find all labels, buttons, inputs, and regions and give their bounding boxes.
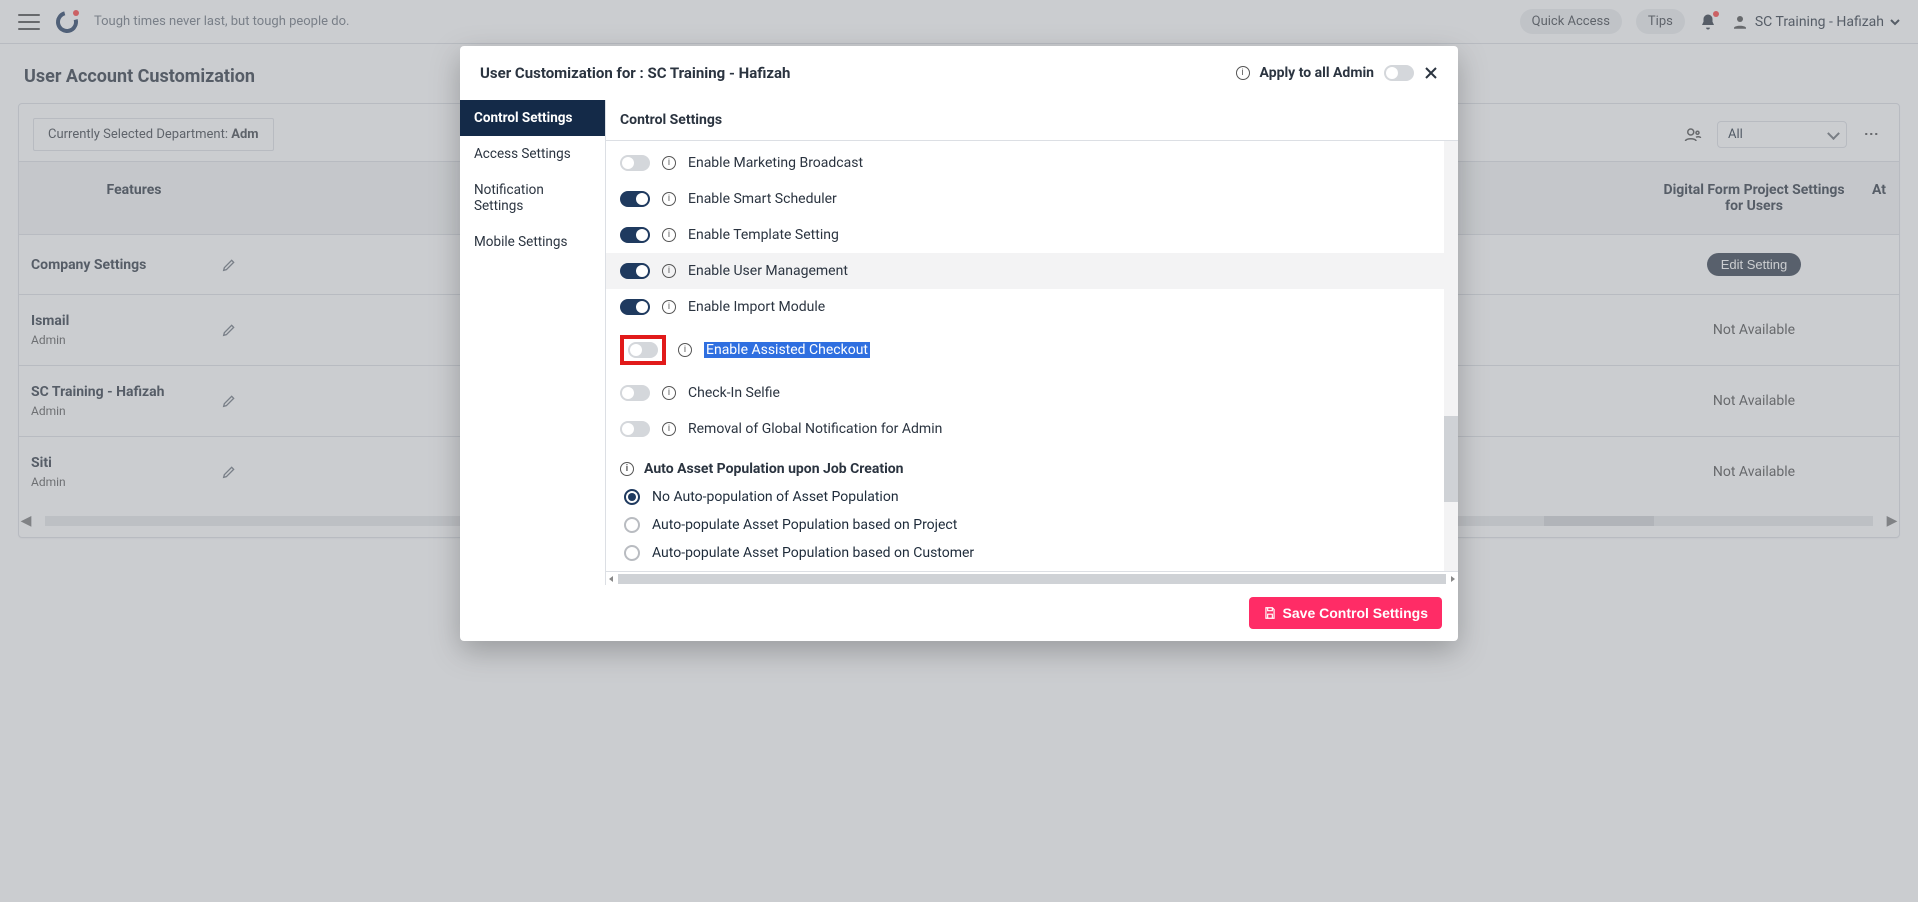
- option-label: Enable Template Setting: [688, 227, 839, 243]
- radio-row[interactable]: Auto-populate Asset Population based on …: [606, 539, 1458, 567]
- option-row: i Enable Marketing Broadcast: [606, 145, 1458, 181]
- save-icon: [1263, 606, 1277, 620]
- option-row: i Removal of Global Notification for Admi…: [606, 411, 1458, 447]
- option-label: Enable Marketing Broadcast: [688, 155, 863, 171]
- close-icon[interactable]: [1424, 66, 1438, 80]
- tab-notification-settings[interactable]: Notification Settings: [460, 172, 605, 224]
- option-toggle[interactable]: [620, 155, 650, 171]
- option-label: Check-In Selfie: [688, 385, 780, 401]
- info-icon[interactable]: i: [1236, 66, 1250, 80]
- modal-title-user: SC Training - Hafizah: [647, 64, 790, 82]
- radio-row[interactable]: Auto-populate Asset Population based on …: [606, 511, 1458, 539]
- info-icon[interactable]: i: [662, 264, 676, 278]
- info-icon[interactable]: i: [662, 228, 676, 242]
- save-label: Save Control Settings: [1283, 605, 1428, 621]
- option-toggle[interactable]: [620, 299, 650, 315]
- tab-mobile-settings[interactable]: Mobile Settings: [460, 224, 605, 260]
- option-row: i Enable Smart Scheduler: [606, 181, 1458, 217]
- settings-tabs: Control SettingsAccess SettingsNotificat…: [460, 100, 606, 585]
- tab-access-settings[interactable]: Access Settings: [460, 136, 605, 172]
- info-icon[interactable]: i: [662, 192, 676, 206]
- radio-button[interactable]: [624, 545, 640, 561]
- option-row: i Enable User Management: [606, 253, 1458, 289]
- highlight-box: [620, 335, 666, 365]
- option-toggle[interactable]: [620, 191, 650, 207]
- save-control-settings-button[interactable]: Save Control Settings: [1249, 597, 1442, 629]
- apply-all-admin-label: Apply to all Admin: [1260, 65, 1374, 81]
- pane-horizontal-scrollbar[interactable]: [606, 571, 1458, 585]
- info-icon[interactable]: i: [662, 422, 676, 436]
- info-icon[interactable]: i: [620, 462, 634, 476]
- option-toggle[interactable]: [620, 421, 650, 437]
- apply-all-admin-toggle[interactable]: [1384, 65, 1414, 81]
- option-label: Enable Smart Scheduler: [688, 191, 837, 207]
- info-icon[interactable]: i: [662, 386, 676, 400]
- pane-header: Control Settings: [606, 100, 1458, 141]
- option-toggle[interactable]: [620, 227, 650, 243]
- option-label: Enable User Management: [688, 263, 848, 279]
- option-row: i Check-In Selfie: [606, 375, 1458, 411]
- radio-label: Auto-populate Asset Population based on …: [652, 517, 957, 533]
- radio-button[interactable]: [624, 517, 640, 533]
- option-toggle[interactable]: [620, 263, 650, 279]
- option-row: i Enable Import Module: [606, 289, 1458, 325]
- modal-header: User Customization for : SC Training - H…: [460, 46, 1458, 100]
- modal-overlay: User Customization for : SC Training - H…: [0, 0, 1918, 902]
- option-label: Enable Assisted Checkout: [704, 342, 870, 358]
- option-label: Removal of Global Notification for Admin: [688, 421, 942, 437]
- modal-title-prefix: User Customization for :: [480, 64, 647, 82]
- radio-button[interactable]: [624, 489, 640, 505]
- info-icon[interactable]: i: [662, 300, 676, 314]
- option-toggle[interactable]: [628, 342, 658, 358]
- option-label: Enable Import Module: [688, 299, 825, 315]
- info-icon[interactable]: i: [662, 156, 676, 170]
- asset-section-label: iAuto Asset Population upon Job Creation: [606, 447, 1458, 483]
- option-row: i Enable Template Setting: [606, 217, 1458, 253]
- radio-row[interactable]: No Auto-population of Asset Population: [606, 483, 1458, 511]
- user-customization-modal: User Customization for : SC Training - H…: [460, 46, 1458, 641]
- tab-control-settings[interactable]: Control Settings: [460, 100, 605, 136]
- info-icon[interactable]: i: [678, 343, 692, 357]
- option-toggle[interactable]: [620, 385, 650, 401]
- radio-label: No Auto-population of Asset Population: [652, 489, 899, 505]
- option-row: i Enable Assisted Checkout: [606, 325, 1458, 375]
- vertical-scrollbar[interactable]: [1444, 141, 1458, 571]
- radio-label: Auto-populate Asset Population based on …: [652, 545, 974, 561]
